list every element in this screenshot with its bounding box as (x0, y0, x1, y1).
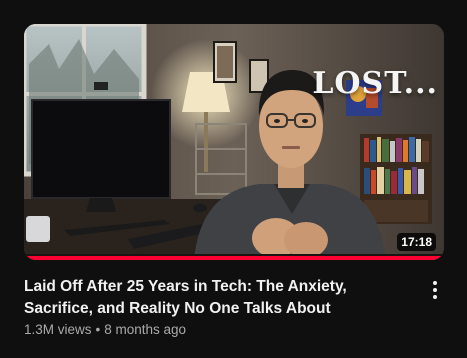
video-metadata: 1.3M views • 8 months ago (24, 322, 186, 337)
more-vert-icon[interactable] (425, 280, 445, 300)
meta-separator: • (95, 322, 101, 337)
video-card[interactable]: LOST... 17:18 Laid Off After 25 Years in… (0, 0, 467, 358)
view-count: 1.3M views (24, 322, 92, 337)
watch-progress-fill (24, 256, 444, 260)
thumbnail-overlay-text: LOST... (312, 66, 438, 101)
watch-progress-bar (24, 256, 444, 260)
upload-age: 8 months ago (104, 322, 187, 337)
duration-badge: 17:18 (397, 233, 436, 251)
video-title[interactable]: Laid Off After 25 Years in Tech: The Anx… (24, 276, 412, 320)
thumbnail-image (24, 24, 444, 260)
video-thumbnail[interactable]: LOST... 17:18 (24, 24, 444, 260)
